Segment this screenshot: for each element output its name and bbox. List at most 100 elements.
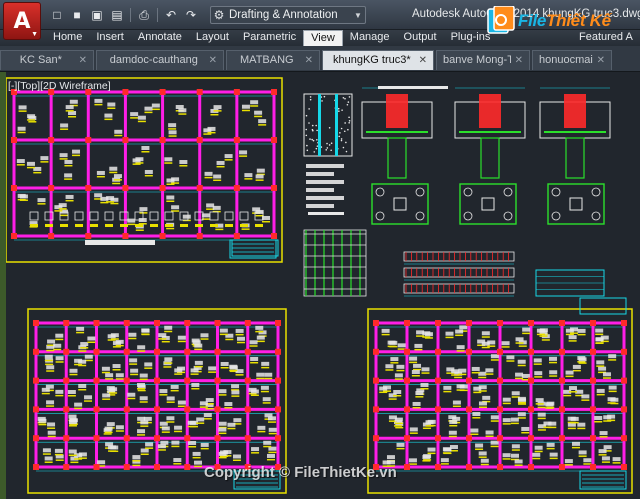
column-mark — [590, 406, 596, 413]
rebar-label — [140, 453, 149, 456]
rebar-label — [132, 464, 141, 467]
ribbon-tab-annotate[interactable]: Annotate — [131, 30, 189, 46]
rebar-label — [58, 203, 67, 208]
section-detail — [225, 224, 233, 227]
rebar-label — [166, 416, 175, 421]
rebar-label — [104, 113, 113, 118]
column-mark — [528, 377, 534, 384]
rebar-label — [251, 447, 260, 452]
rebar-label — [227, 427, 236, 430]
rebar-label — [416, 335, 425, 337]
column-mark — [271, 137, 277, 143]
rebar-label — [445, 331, 454, 336]
rebar-label — [103, 433, 112, 435]
section-detail — [104, 211, 114, 221]
rebar-label — [415, 391, 424, 396]
ribbon-tab-layout[interactable]: Layout — [189, 30, 236, 46]
rebar-label — [161, 340, 170, 343]
file-tab[interactable]: honuocmai* ✕ — [532, 50, 612, 70]
column-mark — [466, 435, 472, 442]
rebar-label — [40, 161, 49, 163]
hatch-dot — [348, 96, 351, 98]
hatch-dot — [348, 116, 350, 119]
ribbon-tab-parametric[interactable]: Parametric — [236, 30, 303, 46]
undo-icon[interactable]: ↶ — [162, 6, 180, 24]
workspace-dropdown[interactable]: ⚙ Drafting & Annotation ▼ — [210, 6, 366, 24]
file-tab[interactable]: KC San* ✕ — [0, 50, 94, 70]
column-mark — [528, 435, 534, 442]
open-icon[interactable]: ■ — [68, 6, 86, 24]
rebar-label — [159, 389, 168, 394]
rebar-label — [200, 333, 209, 338]
rebar-label — [200, 447, 209, 450]
copyright-watermark: Copyright © FileThietKe.vn — [204, 464, 397, 481]
rebar-label — [266, 458, 275, 461]
ribbon-tab-output[interactable]: Output — [397, 30, 444, 46]
footing-column — [386, 94, 408, 128]
rebar-label — [394, 417, 403, 422]
rebar-label — [130, 117, 139, 119]
application-menu-button[interactable]: A ▼ — [3, 2, 41, 40]
rebar-label — [490, 445, 499, 448]
hatch-dot — [341, 109, 343, 111]
section-detail — [240, 224, 248, 227]
ribbon-tab-insert[interactable]: Insert — [89, 30, 131, 46]
pile-detail — [480, 137, 500, 179]
column-mark — [233, 137, 240, 143]
rebar-label — [260, 385, 269, 390]
rebar-label — [60, 123, 69, 128]
close-icon[interactable]: ✕ — [419, 51, 427, 70]
column-mark — [621, 348, 627, 355]
rebar-label — [203, 133, 212, 135]
rebar-label — [109, 166, 118, 171]
rebar-label — [568, 335, 577, 340]
column-mark — [373, 320, 379, 326]
ribbon-tab-home[interactable]: Home — [46, 30, 89, 46]
close-icon[interactable]: ✕ — [209, 51, 217, 70]
hatch-dot — [326, 147, 329, 149]
pilecap-plan — [547, 183, 605, 225]
viewport-controls[interactable]: [-][Top][2D Wireframe] — [8, 80, 111, 92]
rebar-label — [549, 361, 558, 364]
file-tab[interactable]: khungKG truc3* ✕ — [322, 50, 434, 70]
save-icon[interactable]: ▣ — [88, 6, 106, 24]
rebar-label — [537, 406, 546, 409]
section-detail — [210, 224, 218, 227]
file-tab[interactable]: banve Mong-T* ✕ — [436, 50, 530, 70]
rebar-label — [139, 396, 148, 401]
rebar-label — [421, 367, 430, 372]
rebar-label — [414, 343, 423, 348]
column-mark — [184, 435, 191, 442]
save-as-icon[interactable]: ▤ — [108, 6, 126, 24]
close-icon[interactable]: ✕ — [515, 51, 523, 70]
column-mark — [123, 464, 130, 470]
rebar-label — [192, 456, 201, 459]
rebar-label — [141, 151, 150, 153]
rebar-label — [64, 164, 73, 167]
file-tab[interactable]: damdoc-cauthang ✕ — [96, 50, 224, 70]
ribbon-tab-manage[interactable]: Manage — [343, 30, 397, 46]
rebar-label — [510, 422, 519, 425]
close-icon[interactable]: ✕ — [79, 51, 87, 70]
new-icon[interactable]: □ — [48, 6, 66, 24]
section-detail — [89, 211, 99, 221]
column-mark — [122, 89, 129, 95]
ribbon-tab-view[interactable]: View — [303, 30, 343, 46]
pilecap-column — [481, 197, 495, 211]
pile-section — [303, 93, 353, 157]
close-icon[interactable]: ✕ — [597, 51, 605, 70]
drawing-canvas[interactable]: [-][Top][2D Wireframe] Copyright © FileT… — [0, 72, 640, 499]
rebar-label — [178, 113, 187, 115]
column-mark — [466, 464, 472, 470]
column-mark — [497, 377, 503, 384]
file-tab[interactable]: MATBANG ✕ — [226, 50, 320, 70]
rebar-label — [594, 416, 603, 421]
title-block — [579, 470, 627, 490]
rebar-label — [515, 372, 524, 377]
watermark-logo-text: FileThiết Kế — [518, 11, 611, 30]
column-mark — [590, 464, 596, 470]
print-icon[interactable]: ⎙ — [135, 6, 153, 24]
rebar-label — [250, 105, 259, 107]
redo-icon[interactable]: ↷ — [182, 6, 200, 24]
close-icon[interactable]: ✕ — [305, 51, 313, 70]
